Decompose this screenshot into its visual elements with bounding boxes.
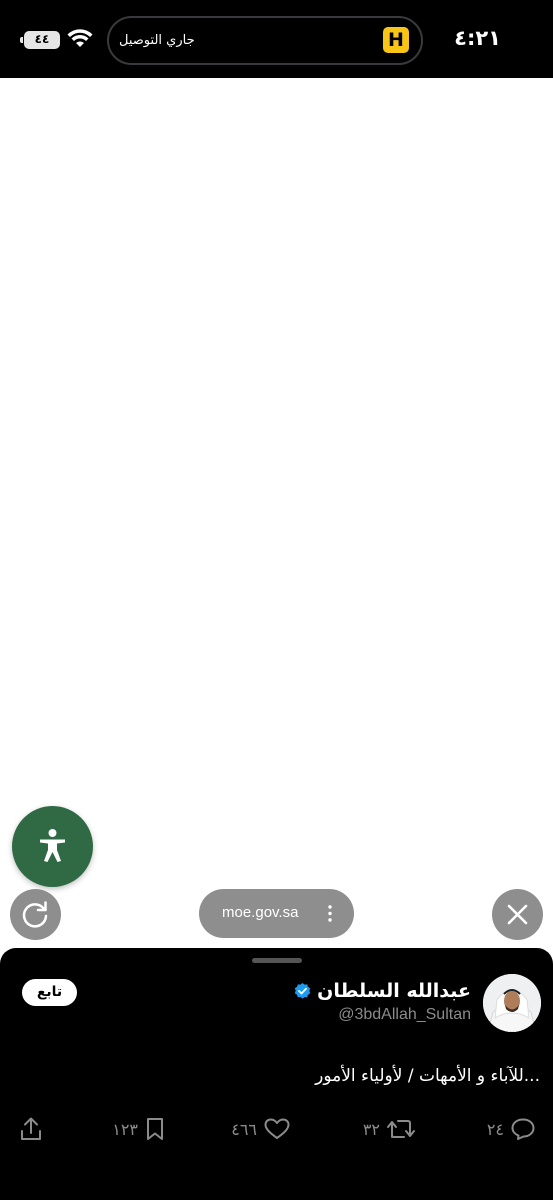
sheet-grabber[interactable] [252,958,302,963]
author-display-name: عبدالله السلطان [317,980,471,1002]
avatar[interactable] [483,974,541,1032]
reply-count: ٢٤ [486,1119,504,1139]
close-button[interactable] [492,889,543,940]
bookmark-count: ١٢٣ [112,1119,138,1139]
like-action[interactable]: ٤٦٦ [231,1114,291,1144]
bookmark-action[interactable]: ١٢٣ [112,1114,166,1144]
tweet-text[interactable]: للآباء و الأمهات / لأولياء الأمور... [315,1066,540,1086]
author-handle[interactable]: @3bdAllah_Sultan [338,1006,471,1024]
reload-button[interactable] [10,889,61,940]
tweet-sheet: عبدالله السلطان @3bdAllah_Sultan تابع لل… [0,948,553,1200]
reply-icon [511,1118,535,1140]
share-icon [21,1117,41,1140]
battery-level: ٤٤ [34,32,50,46]
wifi-icon [67,29,93,47]
close-icon [507,904,528,925]
verified-badge-icon [294,982,311,999]
profile-photo [483,974,541,1032]
retweet-icon [387,1120,415,1138]
reload-icon [22,901,48,928]
status-time: ٤:٢١ [454,26,501,50]
url-bar[interactable]: moe.gov.sa [199,889,354,938]
battery-nub [20,37,23,43]
delivery-app-icon: H [383,27,409,53]
url-text: moe.gov.sa [222,904,299,921]
author-name-row[interactable]: عبدالله السلطان [293,979,471,1003]
accessibility-button[interactable] [12,806,93,887]
retweet-action[interactable]: ٣٢ [363,1114,416,1144]
bookmark-icon [147,1118,163,1140]
more-vertical-icon[interactable] [328,905,332,922]
follow-button[interactable]: تابع [22,979,77,1006]
like-count: ٤٦٦ [231,1119,257,1139]
island-status-text: جاري التوصيل [119,33,195,48]
heart-icon [264,1118,290,1139]
reply-action[interactable]: ٢٤ [487,1114,536,1144]
battery-icon: ٤٤ [24,31,60,49]
retweet-count: ٣٢ [362,1119,380,1139]
share-action[interactable] [19,1114,43,1144]
status-bar: ٤٤ جاري التوصيل H ٤:٢١ [0,0,553,78]
accessibility-icon [40,829,65,862]
live-activity-island[interactable]: جاري التوصيل H [107,16,423,65]
